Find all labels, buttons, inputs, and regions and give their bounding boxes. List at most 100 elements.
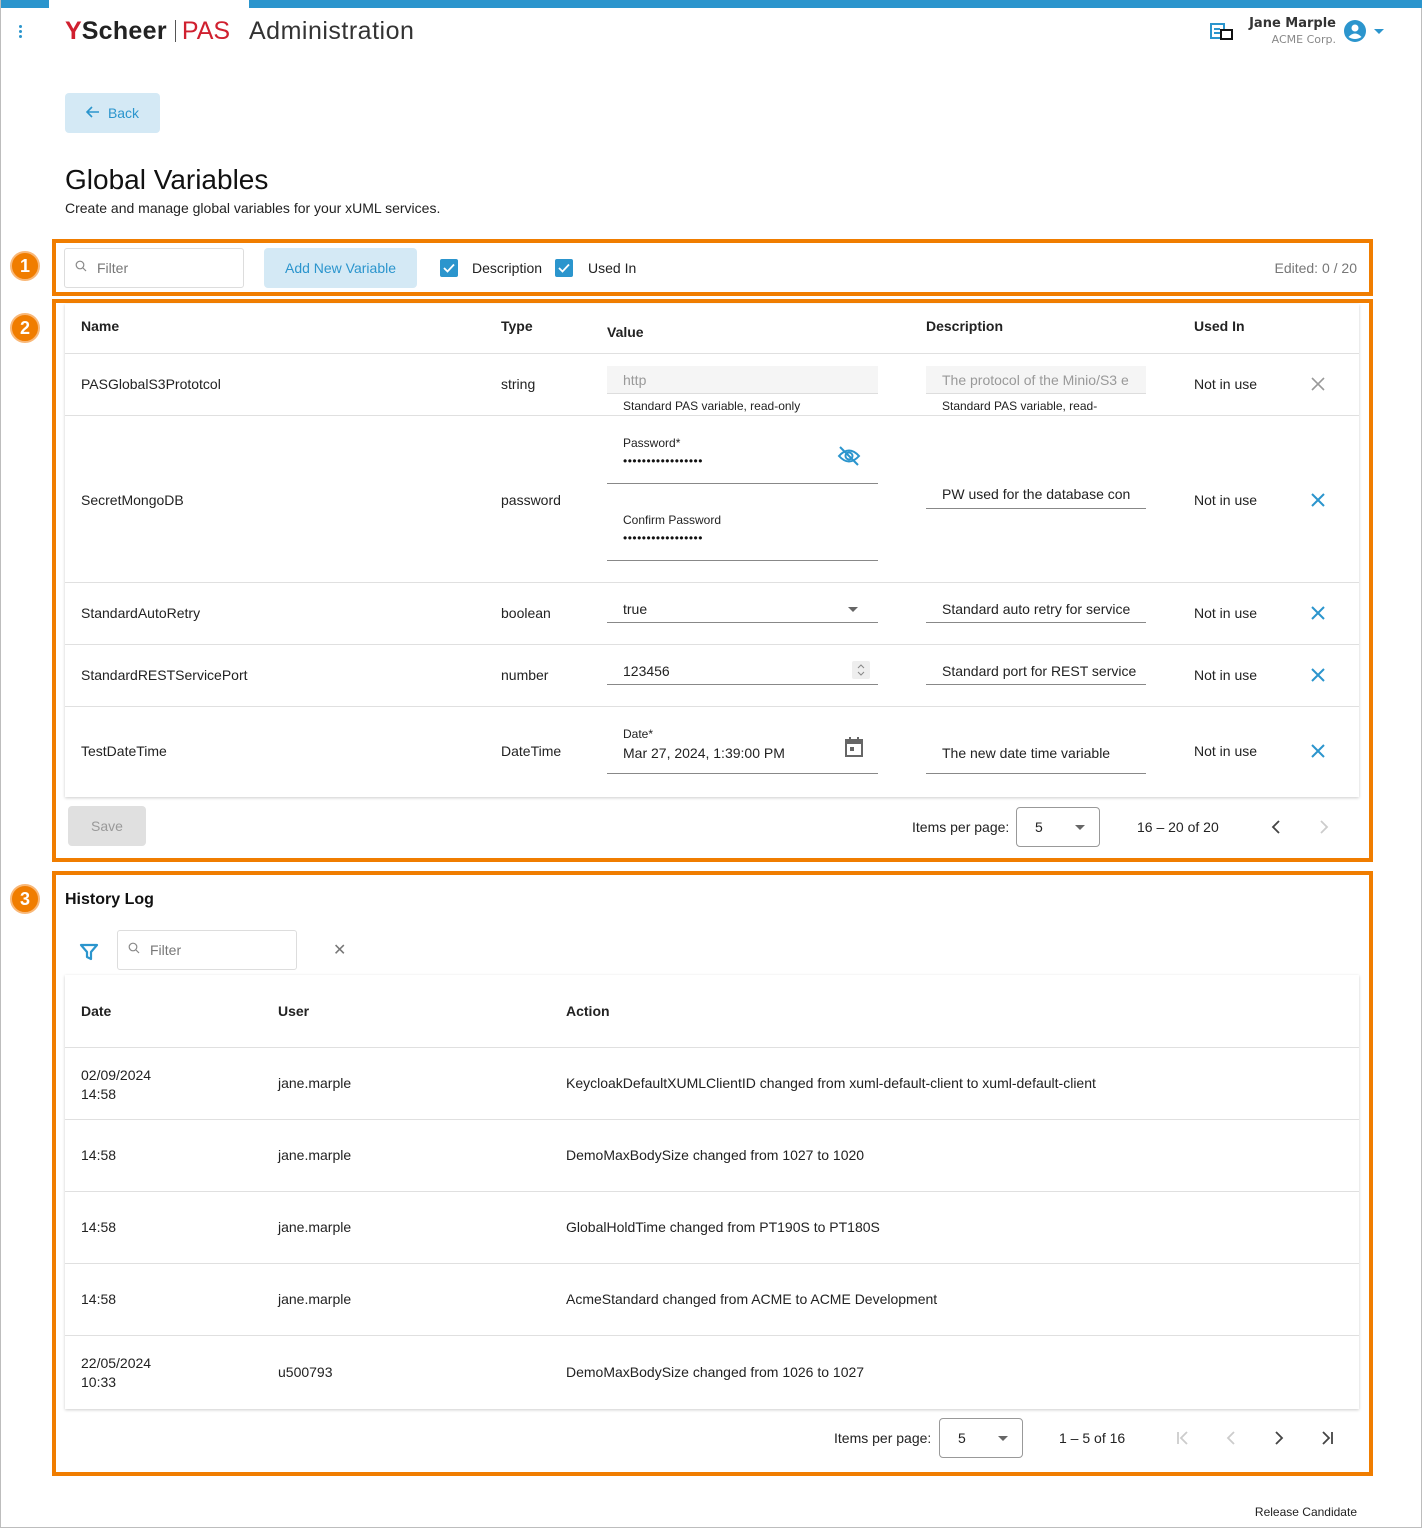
back-button[interactable]: Back <box>65 93 160 133</box>
save-button: Save <box>68 806 146 846</box>
variable-type: DateTime <box>501 743 562 759</box>
column-header-value[interactable]: Value <box>607 324 644 340</box>
number-input-value: 123456 <box>623 663 670 679</box>
variables-filter[interactable]: ✕ <box>64 248 293 288</box>
release-label: Release Candidate <box>1254 1505 1357 1519</box>
add-new-variable-button[interactable]: Add New Variable <box>264 248 417 288</box>
search-icon <box>75 259 87 277</box>
number-input[interactable]: 123456 <box>607 659 878 685</box>
variables-filter-input[interactable] <box>95 259 280 277</box>
confirm-password-field[interactable]: Confirm Password ••••••••••••••••• <box>607 508 878 561</box>
history-row: 02/09/2024 14:58 jane.marple KeycloakDef… <box>65 1047 1359 1119</box>
clear-filter-icon[interactable]: ✕ <box>333 940 346 960</box>
app-title: Administration <box>249 17 415 45</box>
delete-icon[interactable] <box>1310 667 1328 685</box>
first-page-button <box>1171 1426 1195 1450</box>
boolean-select[interactable]: true <box>607 597 878 623</box>
page-range: 16 – 20 of 20 <box>1137 819 1219 835</box>
number-spinner-icon[interactable] <box>852 661 870 679</box>
caret-down-icon <box>848 607 858 612</box>
top-accent-gap <box>49 0 249 8</box>
variable-name: PASGlobalS3Prototcol <box>81 376 221 392</box>
description-field[interactable]: PW used for the database con <box>926 482 1146 509</box>
variable-type: string <box>501 376 536 392</box>
back-label: Back <box>107 105 140 121</box>
date-input[interactable]: Date* Mar 27, 2024, 1:39:00 PM <box>607 721 878 774</box>
menu-dots-icon[interactable] <box>17 25 25 39</box>
column-header-used-in[interactable]: Used In <box>1194 318 1245 334</box>
last-page-button[interactable] <box>1315 1426 1339 1450</box>
history-row: 14:58 jane.marple AcmeStandard changed f… <box>65 1263 1359 1335</box>
user-org: ACME Corp. <box>1271 33 1336 46</box>
date-label: Date* <box>623 727 654 741</box>
history-user: u500793 <box>278 1364 333 1380</box>
variables-table: Name Type Value Description Used In PASG… <box>65 304 1359 797</box>
variable-name: StandardRESTServicePort <box>81 667 248 683</box>
variable-type: boolean <box>501 605 551 621</box>
annotation-badge-1: 1 <box>10 251 40 281</box>
history-page-range: 1 – 5 of 16 <box>1059 1430 1126 1446</box>
description-field[interactable]: Standard auto retry for service <box>926 597 1146 623</box>
calendar-icon[interactable] <box>844 736 864 761</box>
column-header-user[interactable]: User <box>278 1003 309 1019</box>
table-row: TestDateTime DateTime Date* Mar 27, 2024… <box>65 706 1359 797</box>
user-account-icon[interactable] <box>1344 20 1366 42</box>
column-header-type[interactable]: Type <box>501 318 533 334</box>
history-date: 02/09/2024 14:58 <box>81 1066 151 1104</box>
history-row: 14:58 jane.marple GlobalHoldTime changed… <box>65 1191 1359 1263</box>
password-field[interactable]: Password* ••••••••••••••••• <box>607 430 878 484</box>
history-row: 14:58 jane.marple DemoMaxBodySize change… <box>65 1119 1359 1191</box>
history-items-per-page-label: Items per page: <box>834 1430 932 1446</box>
logo-mark: Y <box>65 16 82 45</box>
page-subtitle: Create and manage global variables for y… <box>65 200 441 216</box>
history-date-time: 14:58 <box>81 1086 117 1102</box>
history-user: jane.marple <box>278 1075 352 1091</box>
caret-down-icon[interactable] <box>1374 29 1384 34</box>
confirm-password-value: ••••••••••••••••• <box>623 531 703 545</box>
table-row: StandardAutoRetry boolean true Standard … <box>65 582 1359 644</box>
column-header-action[interactable]: Action <box>566 1003 610 1019</box>
description-checkbox[interactable] <box>440 259 458 277</box>
used-in-checkbox[interactable] <box>555 259 573 277</box>
history-date: 22/05/2024 10:33 <box>81 1354 151 1392</box>
description-checkbox-label: Description <box>472 260 543 276</box>
annotation-badge-3: 3 <box>10 884 40 914</box>
history-next-page-button[interactable] <box>1267 1426 1291 1450</box>
page-title: Global Variables <box>65 164 269 195</box>
delete-icon[interactable] <box>1310 492 1328 510</box>
column-header-description[interactable]: Description <box>926 318 1003 334</box>
variable-name: StandardAutoRetry <box>81 605 201 621</box>
used-in-checkbox-label: Used In <box>588 260 637 276</box>
history-date-day: 02/09/2024 <box>81 1067 152 1083</box>
delete-icon[interactable] <box>1310 605 1328 623</box>
description-field[interactable]: Standard port for REST service <box>926 659 1146 685</box>
delete-icon[interactable] <box>1310 743 1328 761</box>
history-user: jane.marple <box>278 1147 352 1163</box>
user-name: Jane Marple <box>1249 16 1336 31</box>
previous-page-button[interactable] <box>1264 815 1288 839</box>
user-info[interactable]: Jane Marple ACME Corp. <box>1241 16 1336 46</box>
boolean-select-value: true <box>623 601 648 617</box>
history-items-per-page-select[interactable]: 5 <box>939 1418 1023 1458</box>
search-icon <box>128 941 140 959</box>
column-header-name[interactable]: Name <box>81 318 119 334</box>
history-user: jane.marple <box>278 1291 352 1307</box>
terminal-window-icon[interactable] <box>1210 22 1234 42</box>
value-field-readonly: http <box>607 366 878 394</box>
history-user: jane.marple <box>278 1219 352 1235</box>
annotation-badge-2: 2 <box>10 313 40 343</box>
eye-off-icon[interactable] <box>837 445 861 470</box>
logo: Y Scheer PAS <box>65 16 230 46</box>
table-row: PASGlobalS3Prototcol string http Standar… <box>65 353 1359 415</box>
caret-down-icon <box>1075 825 1085 830</box>
items-per-page-select[interactable]: 5 <box>1016 807 1100 847</box>
history-filter-input[interactable] <box>148 941 333 959</box>
filter-funnel-icon[interactable] <box>79 942 99 962</box>
history-filter[interactable]: ✕ <box>117 930 346 970</box>
history-action: AcmeStandard changed from ACME to ACME D… <box>566 1291 938 1307</box>
description-field[interactable]: The new date time variable <box>926 743 1146 774</box>
column-header-date[interactable]: Date <box>81 1003 111 1019</box>
history-date-time: 14:58 <box>81 1147 117 1163</box>
logo-separator <box>174 20 176 42</box>
used-in-status: Not in use <box>1194 667 1258 683</box>
